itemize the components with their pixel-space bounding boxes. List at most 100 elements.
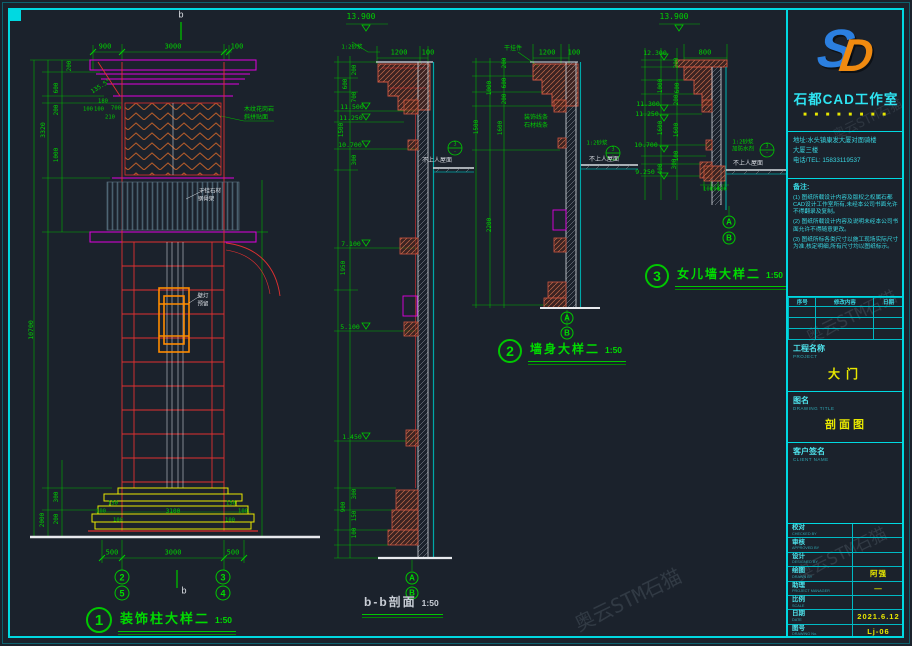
project-label: 工程名称	[793, 343, 899, 354]
corner-marker	[10, 10, 21, 21]
dim-label: 不上人屋面	[422, 158, 452, 164]
caption-title: 墙身大样二	[530, 342, 600, 356]
dim-label: 5.100	[340, 324, 360, 331]
caption-scale: 1:50	[605, 345, 622, 355]
notes-section: 备注: (1) 图纸所载设计内容及版权之权属石都CAD设计工作室所有,未经本公司…	[788, 179, 904, 297]
field-label-en: APPROVED BY	[792, 546, 852, 551]
studio-name: 石都CAD工作室	[788, 88, 904, 108]
dim-label: 1500	[474, 120, 480, 134]
dim-label: 木纹花岗岩	[244, 107, 274, 113]
dim-label: 100	[94, 107, 104, 113]
studio-address: 地址:水头镇康发大厦对面骑楼 大厦三楼 电话/TEL: 15833119537	[788, 132, 904, 179]
rev-col-content: 修改内容	[816, 298, 874, 307]
caption-wall-detail: 2 墙身大样二1:50	[498, 339, 626, 363]
dim-label: 3000	[165, 550, 182, 557]
rev-row	[789, 329, 904, 340]
field-value	[853, 538, 904, 551]
dim-label: 10.700	[338, 142, 361, 149]
cad-sheet: b900300010020060020033201000180100100700…	[0, 0, 912, 646]
project-label-en: PROJECT	[793, 354, 899, 359]
dim-label: 100	[422, 50, 435, 57]
logo-letter-d: D	[837, 28, 878, 82]
field-row-designed: 设计DESIGNED BY	[788, 553, 904, 567]
dim-label: 1:2砂浆	[342, 45, 363, 51]
field-label-en: DATE	[792, 618, 852, 623]
dim-label: 300	[352, 155, 358, 166]
grid-bubble: A	[406, 572, 419, 585]
rev-row	[789, 307, 904, 318]
dim-label: 3000	[165, 44, 182, 51]
grid-bubble: A	[723, 216, 736, 229]
dim-label: 11.300	[636, 101, 659, 108]
column-elevation-linework	[30, 22, 320, 588]
notes-title: 备注:	[793, 182, 899, 192]
dim-label: 150	[108, 501, 118, 507]
dim-label: 11.250	[339, 115, 362, 122]
drawing-title-label-en: DRAWING TITLE	[793, 406, 899, 411]
phone-line: 电话/TEL: 15833119537	[793, 156, 899, 166]
field-label-en: DRAWN BY	[792, 575, 852, 580]
dim-label: 石材线条	[524, 123, 548, 129]
dim-label: 1600	[498, 121, 504, 135]
dim-label: 1.450	[342, 434, 362, 441]
grid-bubble: 3	[216, 570, 231, 585]
dim-label: 1000	[54, 148, 60, 162]
dim-label: 3	[453, 143, 456, 148]
field-row-approved: 审核APPROVED BY	[788, 538, 904, 552]
note-item: (1) 图纸所载设计内容及版权之权属石都CAD设计工作室所有,未经本公司书面允许…	[793, 195, 899, 217]
dim-label: 300	[352, 489, 358, 500]
dim-label: 7.100	[341, 241, 361, 248]
dim-label: 150	[352, 511, 358, 522]
dim-label: 200	[674, 95, 680, 106]
note-item: (2) 图纸所载设计内容及说明未经本公司书面允许不得随意更改。	[793, 219, 899, 234]
dim-label: 10700	[28, 320, 35, 340]
dim-label: 1:2砂浆	[587, 141, 608, 147]
dim-label: b	[178, 12, 183, 21]
dim-label: 200	[502, 94, 508, 105]
dim-label: 100	[225, 518, 235, 524]
field-label-en: DRAWING No.	[792, 632, 852, 637]
field-value: 阿强	[853, 567, 904, 580]
caption-number: 3	[645, 264, 669, 288]
revision-table: 序号 修改内容 日期	[788, 297, 904, 340]
field-label-en: CHECKED BY	[792, 532, 852, 537]
dim-label: 600	[343, 79, 349, 90]
address-line: 地址:水头镇康发大厦对面骑楼	[793, 136, 899, 146]
dim-label: 3320	[40, 122, 47, 138]
field-value	[853, 524, 904, 537]
dim-label: 300	[54, 492, 60, 503]
dim-label: 斜拼贴面	[244, 115, 268, 121]
dim-label: 800	[699, 50, 712, 57]
dim-label: 12.300	[643, 50, 666, 57]
caption-title: 装饰柱大样二	[120, 611, 210, 626]
field-value: Lj-06	[853, 625, 904, 638]
dim-label: 100	[113, 518, 123, 524]
field-label-en: DESIGNED BY	[792, 560, 852, 565]
field-value	[853, 553, 904, 566]
dim-label: 10.700	[634, 142, 657, 149]
dim-label: 1:2砂浆	[733, 140, 754, 146]
dim-label: -	[453, 150, 456, 155]
grid-bubble: 5	[115, 586, 130, 601]
dim-label: 不上人屋面	[733, 161, 763, 167]
dim-label: 900	[341, 502, 347, 513]
client-label-en: CLIENT NAME	[793, 457, 899, 462]
caption-scale: 1:50	[215, 615, 232, 625]
dim-label: 500	[227, 550, 240, 557]
dim-label: b	[181, 588, 186, 597]
dim-label: 1200	[539, 50, 556, 57]
dim-label: 1500	[339, 123, 345, 137]
drawing-title-label: 图名	[793, 395, 899, 406]
caption-column-detail: 1 装饰柱大样二1:50	[86, 607, 236, 633]
dim-label: 150	[226, 501, 236, 507]
signature-fields: 校对CHECKED BY 审核APPROVED BY 设计DESIGNED BY…	[788, 524, 904, 638]
dim-label: 600	[502, 78, 508, 89]
dim-label: 200	[674, 58, 680, 69]
address-line: 大厦三楼	[793, 146, 899, 156]
dim-label: 3100	[166, 509, 180, 515]
caption-scale: 1:50	[766, 270, 783, 280]
dim-label: 1600	[658, 121, 664, 135]
field-label-en: PROJECT MANAGER	[792, 589, 852, 594]
rev-col-date: 日期	[874, 298, 904, 307]
dim-label: 9.250	[635, 169, 655, 176]
